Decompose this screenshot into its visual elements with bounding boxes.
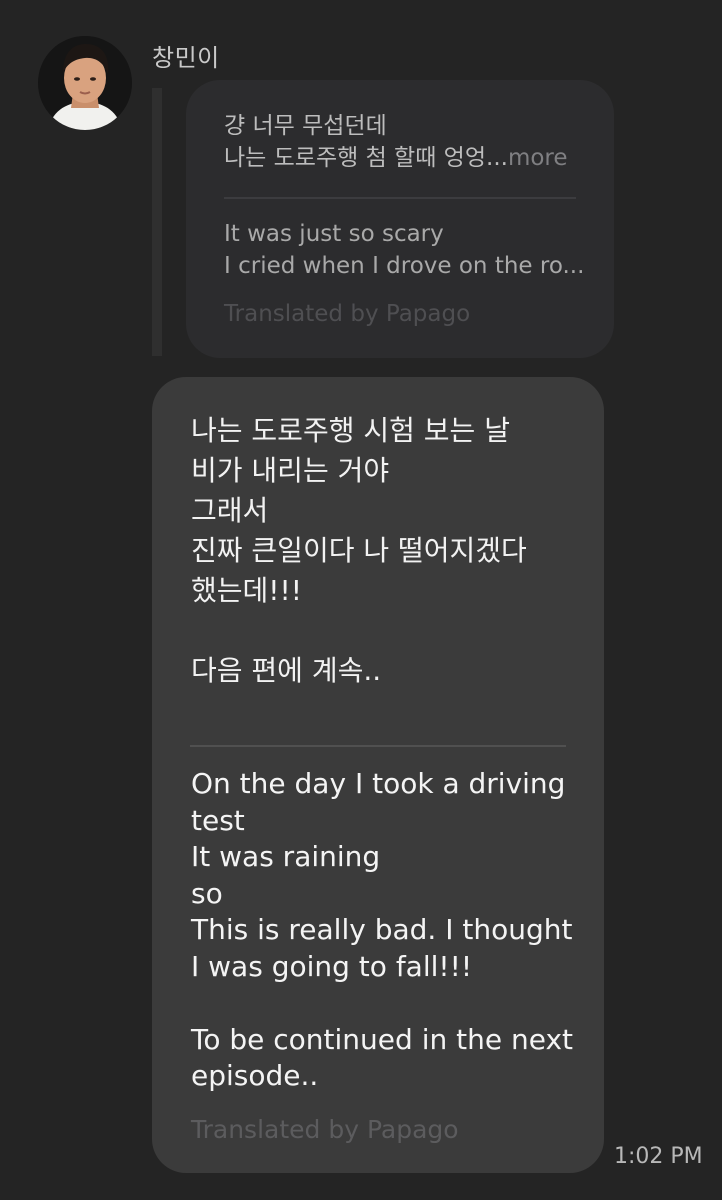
quoted-original-line-text: 나는 도로주행 첨 할때 엉엉...	[224, 145, 508, 171]
quoted-translated-line: It was just so scary	[224, 221, 444, 247]
translated-line: It was raining	[191, 840, 381, 873]
message-bubble[interactable]: 나는 도로주행 시험 보는 날 비가 내리는 거야 그래서 진짜 큰일이다 나 …	[152, 377, 604, 1173]
translation-divider	[190, 745, 566, 747]
quoted-message-bubble[interactable]: 걍 너무 무섭던데 나는 도로주행 첨 할때 엉엉...more It was …	[186, 80, 614, 358]
original-line: 했는데!!!	[191, 574, 302, 607]
translated-line: episode..	[191, 1059, 319, 1092]
translated-line: I was going to fall!!!	[191, 949, 473, 983]
message-timestamp: 1:02 PM	[614, 1144, 703, 1169]
avatar-photo	[38, 36, 132, 130]
translated-message-text: On the day I took a driving test It was …	[191, 766, 576, 1095]
original-line: 진짜 큰일이다 나 떨어지겠다	[191, 534, 527, 567]
original-line: 비가 내리는 거야	[191, 454, 390, 487]
chat-screen: 창민이 걍 너무 무섭던데 나는 도로주행 첨 할때 엉엉...more It …	[0, 0, 722, 1200]
reply-indicator-bar	[152, 88, 162, 356]
translated-line: On the day I took a driving	[191, 767, 566, 800]
translated-line: test	[191, 803, 245, 837]
quoted-original-text: 걍 너무 무섭던데 나는 도로주행 첨 할때 엉엉...more	[224, 110, 578, 174]
original-line: 나는 도로주행 시험 보는 날	[191, 414, 510, 447]
translated-line: This is really bad. I thought	[191, 913, 573, 946]
quoted-divider	[224, 197, 576, 199]
avatar[interactable]	[38, 36, 132, 130]
original-message-text: 나는 도로주행 시험 보는 날 비가 내리는 거야 그래서 진짜 큰일이다 나 …	[191, 411, 574, 691]
translated-line: so	[191, 876, 223, 910]
original-line: 다음 편에 계속..	[191, 654, 382, 687]
quoted-translation-attribution: Translated by Papago	[224, 301, 471, 327]
sender-name: 창민이	[152, 44, 220, 72]
translation-attribution: Translated by Papago	[191, 1115, 459, 1144]
quoted-translated-text: It was just so scary I cried when I drov…	[224, 218, 584, 282]
original-line: 그래서	[191, 494, 269, 527]
quoted-original-line: 나는 도로주행 첨 할때 엉엉...more	[224, 142, 578, 174]
more-link[interactable]: more	[508, 145, 568, 171]
translated-line: To be continued in the next	[191, 1022, 574, 1056]
quoted-original-line: 걍 너무 무섭던데	[224, 113, 387, 139]
quoted-translated-line: I cried when I drove on the ro...	[224, 253, 584, 279]
